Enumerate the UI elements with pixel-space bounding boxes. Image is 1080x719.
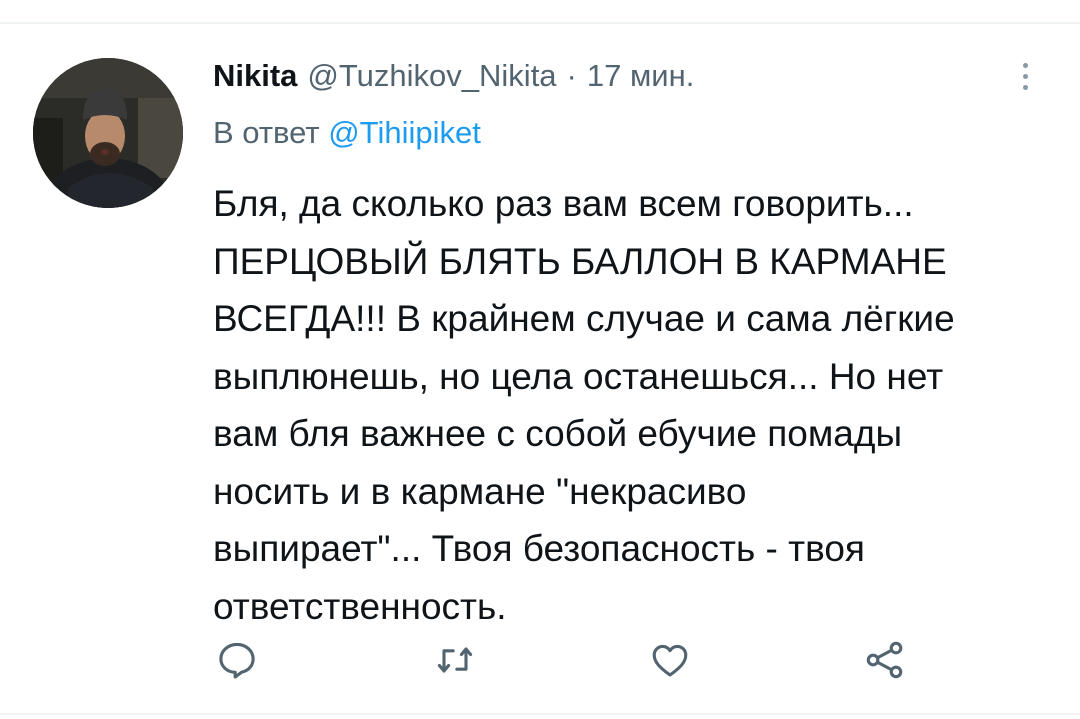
- more-options-icon[interactable]: [1010, 56, 1040, 96]
- tweet-text: Бля, да сколько раз вам всем говорить...…: [213, 183, 955, 627]
- author-handle[interactable]: @Tuzhikov_Nikita: [307, 56, 556, 96]
- share-button[interactable]: [855, 630, 915, 690]
- author-name[interactable]: Nikita: [213, 56, 297, 96]
- avatar-photo: [33, 58, 183, 208]
- avatar[interactable]: [33, 58, 183, 208]
- retweet-button[interactable]: [425, 630, 485, 690]
- header-separator: ·: [566, 58, 577, 93]
- tweet-actions: [0, 630, 1080, 690]
- share-icon: [866, 641, 903, 679]
- reply-context: В ответ @Tihiipiket: [213, 113, 481, 153]
- like-button[interactable]: [640, 630, 700, 690]
- reply-target-link[interactable]: @Tihiipiket: [328, 115, 481, 150]
- tweet-timestamp[interactable]: 17 мин.: [587, 56, 694, 96]
- heart-icon: [652, 644, 688, 677]
- tweet-header: Nikita @Tuzhikov_Nikita · 17 мин.: [213, 56, 694, 96]
- bottom-divider: [0, 713, 1080, 715]
- comment-icon: [219, 642, 255, 679]
- reply-prefix: В ответ: [213, 115, 320, 150]
- reply-button[interactable]: [207, 630, 267, 690]
- top-divider: [0, 22, 1080, 24]
- retweet-icon: [437, 647, 473, 673]
